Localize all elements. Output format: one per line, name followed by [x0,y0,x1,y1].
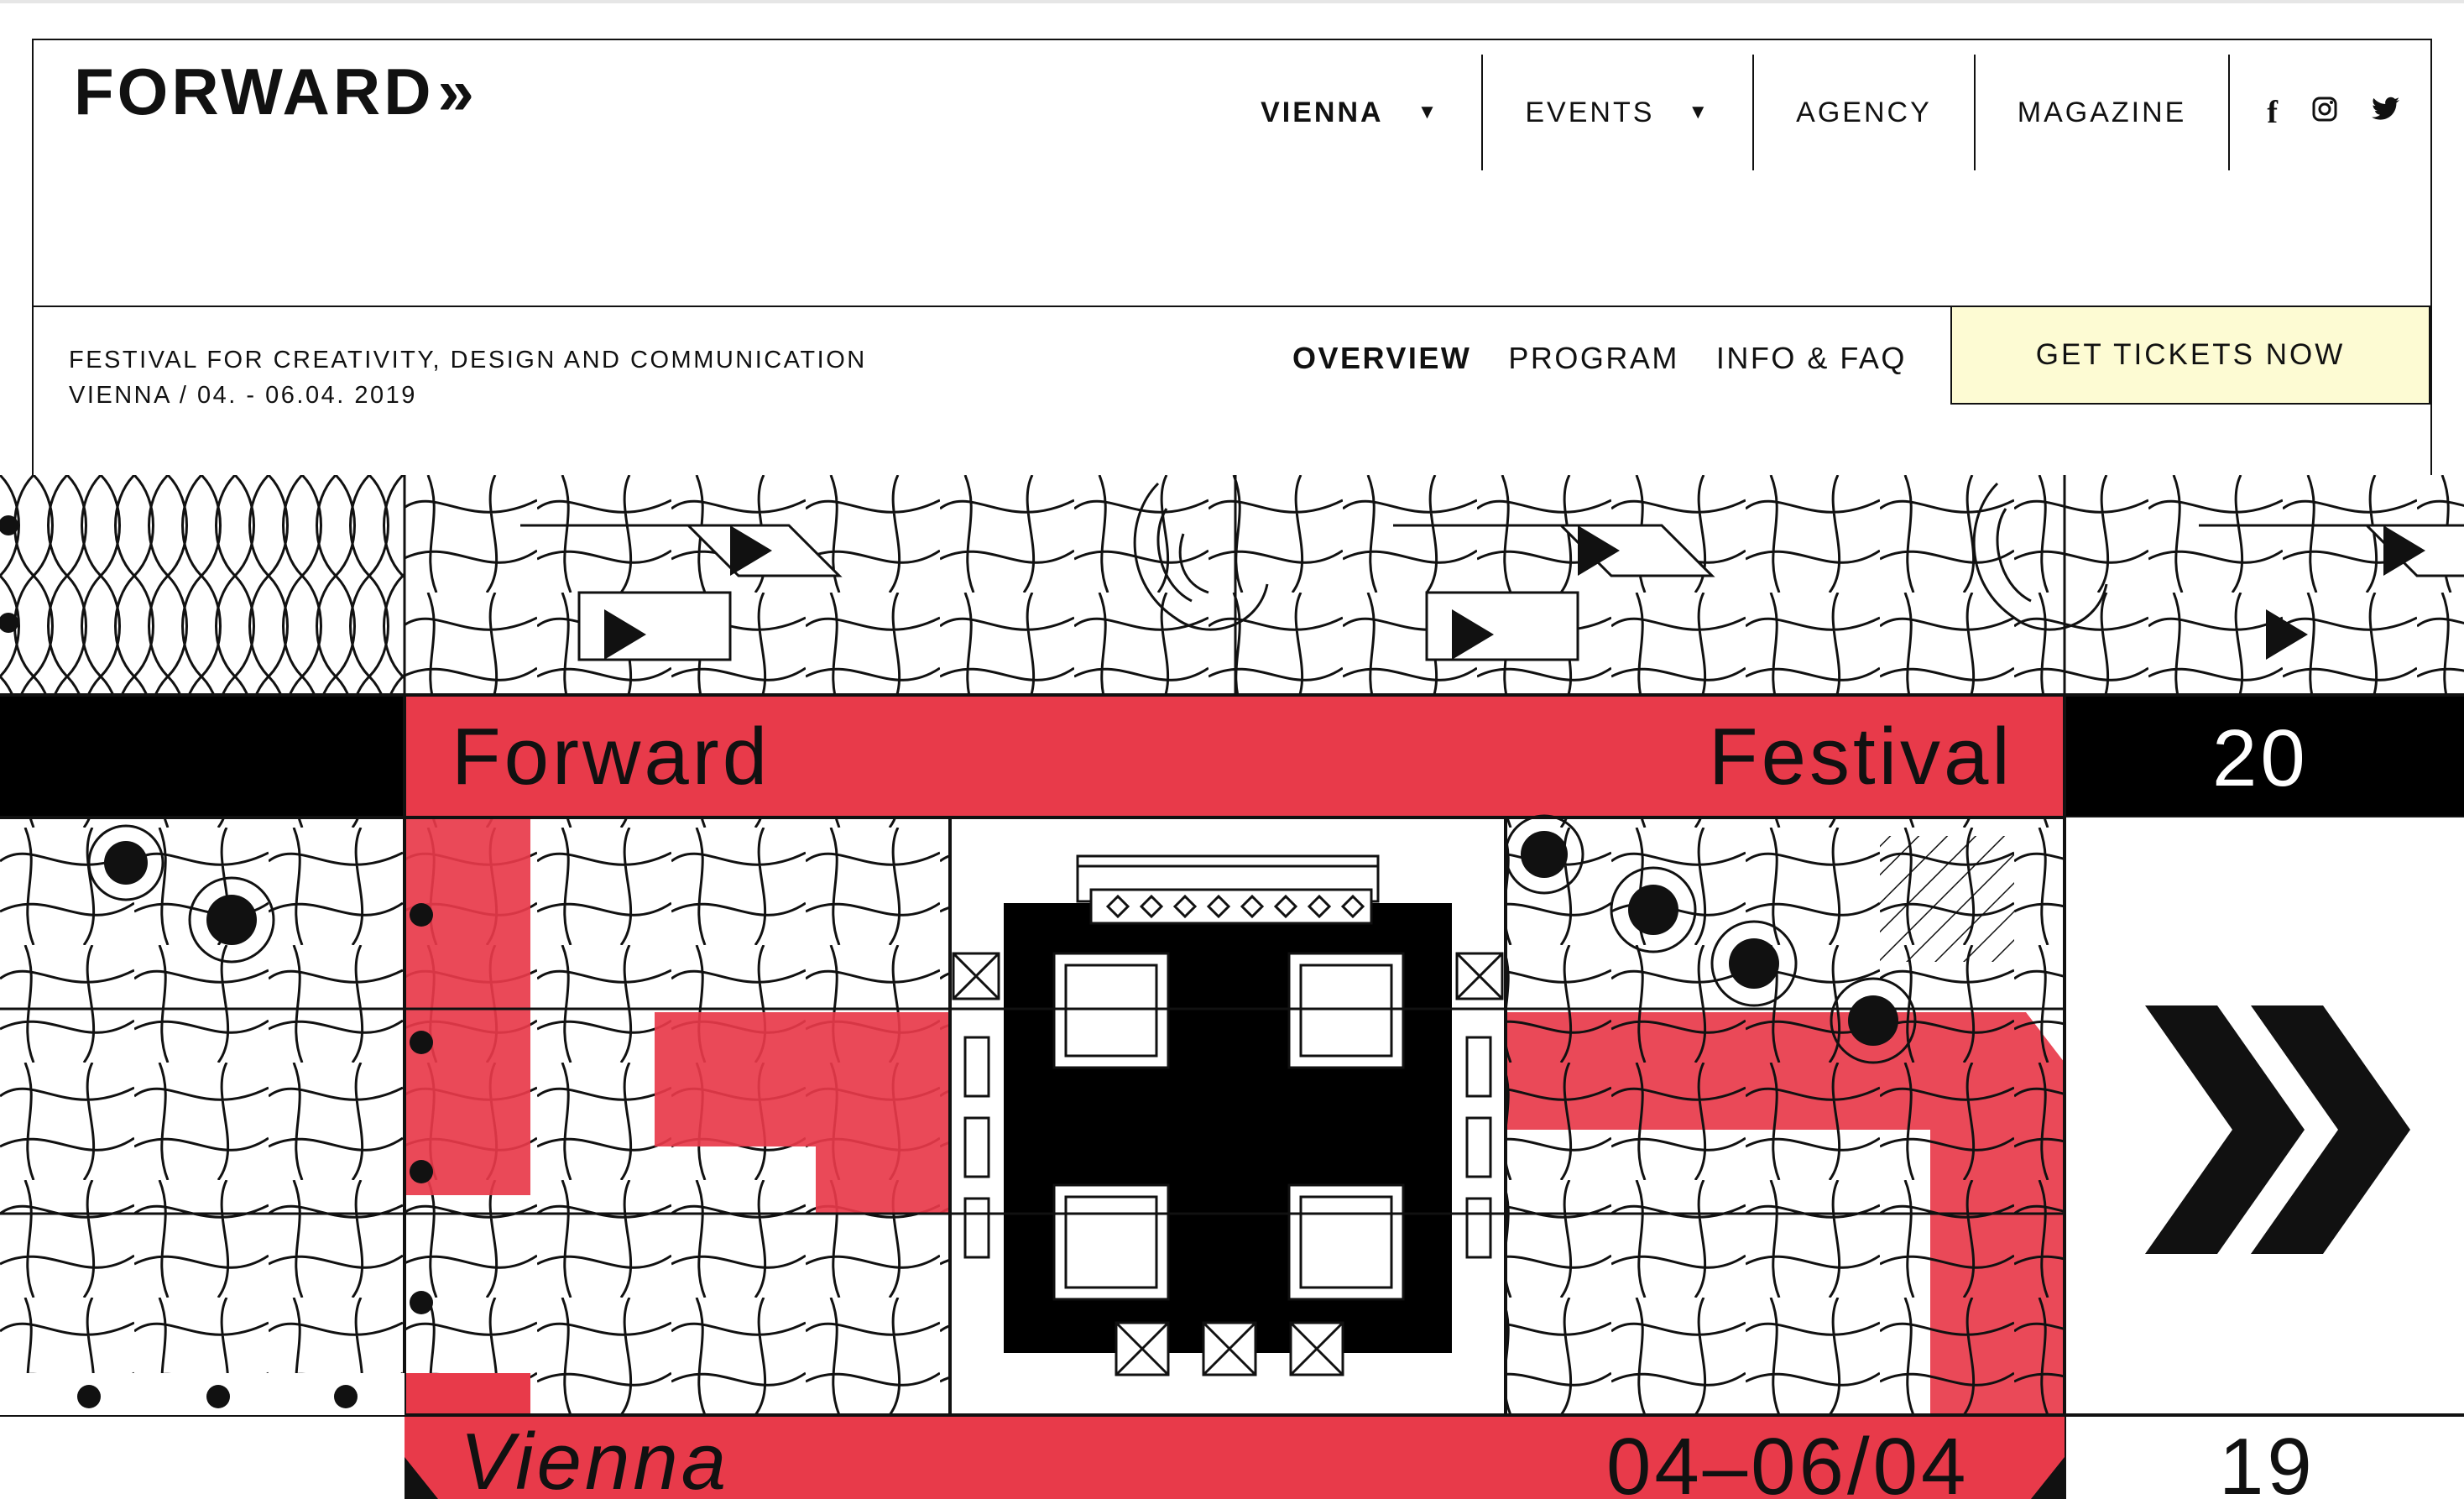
logo-chevrons-icon: » [437,55,478,128]
hero-illustration [0,475,2464,1499]
hero-year-bottom: 19 [2219,1422,2315,1499]
hero-year-top: 20 [2212,713,2309,803]
tagline-dates: VIENNA / 04. - 06.04. 2019 [69,382,417,409]
nav-label: MAGAZINE [2017,96,2187,128]
event-subheader: FESTIVAL FOR CREATIVITY, DESIGN AND COMM… [32,306,2432,475]
tagline-title: FESTIVAL FOR CREATIVITY, DESIGN AND COMM… [69,347,867,373]
hero-word-vienna: Vienna [460,1417,730,1499]
forward-logo[interactable]: FORWARD» [74,59,478,124]
hero-dates: 04–06/04 [1606,1422,1970,1499]
browser-top-edge [0,0,2464,3]
nav-item-agency[interactable]: AGENCY [1754,57,1974,168]
nav-item-magazine[interactable]: MAGAZINE [1976,57,2229,168]
tab-overview[interactable]: OVERVIEW [1292,341,1471,376]
event-tabs: OVERVIEW PROGRAM INFO & FAQ [1292,341,1907,376]
logo-text: FORWARD [74,55,435,128]
instagram-icon[interactable] [2311,96,2338,129]
nav-label: AGENCY [1796,96,1932,128]
event-tagline: FESTIVAL FOR CREATIVITY, DESIGN AND COMM… [69,342,867,413]
nav-label: EVENTS [1525,96,1655,128]
tab-info-faq[interactable]: INFO & FAQ [1716,341,1907,376]
hero-artwork: Forward Festival 20 Vienna 04–06/04 19 [0,475,2464,1499]
main-nav: VIENNA ▼ EVENTS ▼ AGENCY MAGAZINE f [1219,55,2430,170]
nav-item-events[interactable]: EVENTS ▼ [1483,57,1752,168]
tab-program[interactable]: PROGRAM [1508,341,1679,376]
nav-item-vienna[interactable]: VIENNA ▼ [1219,57,1481,168]
caret-down-icon: ▼ [1417,101,1440,123]
get-tickets-button[interactable]: GET TICKETS NOW [1950,307,2430,405]
nav-label: VIENNA [1261,96,1384,128]
twitter-icon[interactable] [2372,97,2400,128]
hero-word-festival: Festival [1709,712,2013,802]
hero-word-forward: Forward [452,712,771,802]
caret-down-icon: ▼ [1688,101,1711,123]
social-links: f [2230,57,2430,168]
facebook-icon[interactable]: f [2267,94,2278,131]
site-header: FORWARD» VIENNA ▼ EVENTS ▼ AGENCY MAGAZI… [32,39,2432,306]
